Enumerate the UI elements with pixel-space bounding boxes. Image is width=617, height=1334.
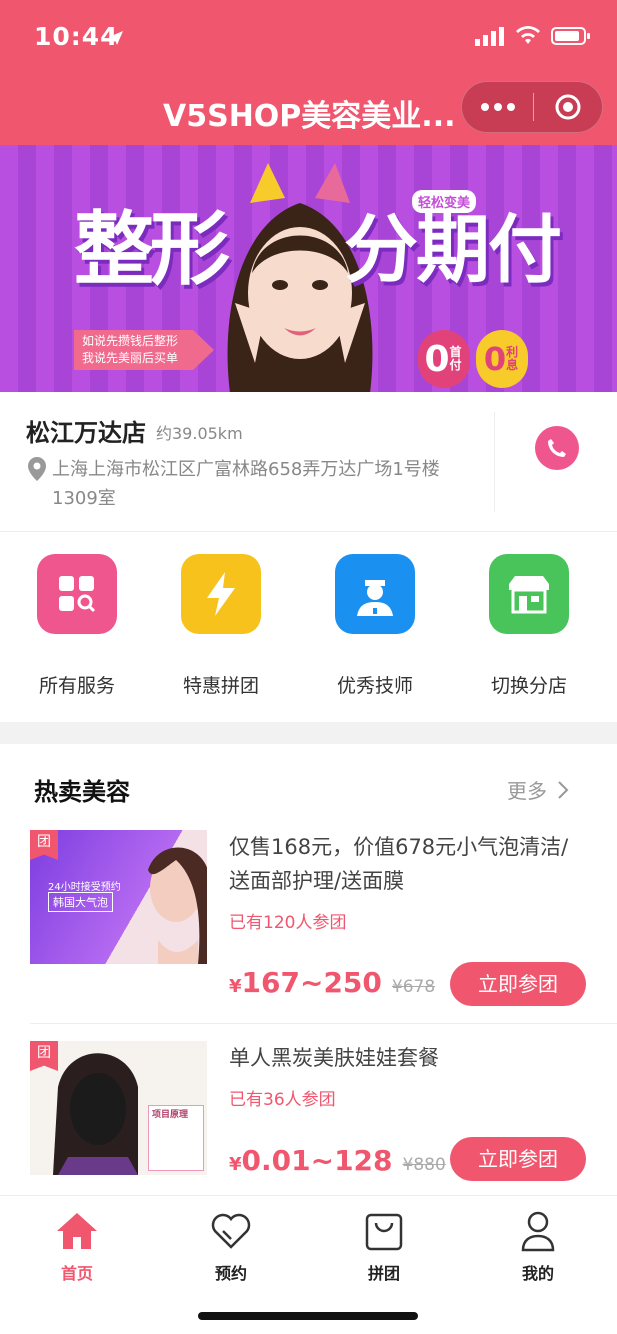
battery-icon [551, 27, 590, 45]
join-group-button[interactable]: 立即参团 [450, 1137, 586, 1181]
product-image: 24小时接受预约 韩国大气泡 团 [30, 830, 207, 964]
banner-headline-left: 整形 [74, 203, 230, 296]
page-title: V5SHOP美容美业... [163, 99, 456, 134]
quick-menu: 所有服务 特惠拼团 优秀技师 切换分店 [0, 532, 617, 722]
group-tag: 团 [30, 1041, 58, 1071]
product-joined: 已有36人参团 [229, 1090, 336, 1110]
banner-arrow-text: 如说先攒钱后整形 我说先美丽后买单 [74, 330, 214, 370]
store-address: 上海上海市松江区广富林路658弄万达广场1号楼1309室 [52, 459, 440, 509]
product-original-price: ¥880 [402, 1155, 446, 1175]
home-icon [27, 1208, 127, 1254]
grid-search-icon [37, 554, 117, 634]
product-item[interactable]: 项目原理 团 单人黑炭美肤娃娃套餐 已有36人参团 ¥0.01~128 ¥880 … [0, 1041, 617, 1221]
more-link[interactable]: 更多 [507, 775, 569, 804]
app-header: 10:44 V5SHOP美容美业... [0, 0, 617, 145]
phone-icon [548, 439, 566, 457]
location-pin-icon [28, 457, 46, 481]
miniprogram-capsule [461, 81, 603, 133]
more-menu-button[interactable] [462, 82, 533, 132]
product-joined: 已有120人参团 [229, 913, 347, 933]
banner-tag: 轻松变美 [412, 190, 477, 213]
lightning-icon [181, 554, 261, 634]
menu-switch-store[interactable]: 切换分店 [464, 554, 594, 698]
product-name: 单人黑炭美肤娃娃套餐 [229, 1046, 439, 1070]
product-name: 仅售168元，价值678元小气泡清洁/送面部护理/送面膜 [229, 835, 569, 893]
location-arrow-icon [109, 31, 123, 45]
close-miniprogram-button[interactable] [534, 93, 602, 121]
store-name: 松江万达店 [26, 419, 146, 447]
call-store-button[interactable] [535, 426, 579, 470]
store-info[interactable]: 松江万达店 约39.05km 上海上海市松江区广富林路658弄万达广场1号楼13… [0, 392, 617, 532]
store-distance: 约39.05km [156, 424, 243, 443]
tab-me[interactable]: 我的 [488, 1208, 588, 1284]
menu-technicians[interactable]: 优秀技师 [310, 554, 440, 698]
tab-booking[interactable]: 预约 [181, 1208, 281, 1284]
product-item[interactable]: 24小时接受预约 韩国大气泡 团 仅售168元，价值678元小气泡清洁/送面部护… [0, 830, 617, 1010]
tab-group[interactable]: 拼团 [334, 1208, 434, 1284]
product-price: ¥0.01~128 ¥880 [229, 1144, 446, 1177]
menu-group-deals[interactable]: 特惠拼团 [156, 554, 286, 698]
storefront-icon [489, 554, 569, 634]
product-original-price: ¥678 [391, 977, 436, 997]
product-image: 项目原理 团 [30, 1041, 207, 1175]
user-icon [488, 1208, 588, 1254]
menu-all-services[interactable]: 所有服务 [12, 554, 142, 698]
group-tag: 团 [30, 830, 58, 860]
signal-icon [475, 27, 504, 46]
tab-home[interactable]: 首页 [27, 1208, 127, 1284]
zero-interest-badge: 0 利息 [476, 330, 528, 388]
status-bar: 10:44 [0, 0, 617, 76]
heart-icon [181, 1208, 281, 1254]
home-indicator [198, 1312, 418, 1320]
target-circle-icon [555, 94, 581, 120]
chevron-right-icon [558, 780, 569, 799]
bag-icon [334, 1208, 434, 1254]
join-group-button[interactable]: 立即参团 [450, 962, 586, 1006]
wifi-icon [516, 26, 540, 44]
zero-downpayment-badge: 0 首付 [418, 330, 470, 388]
section-title: 热卖美容 [34, 778, 130, 806]
nurse-icon [335, 554, 415, 634]
promo-banner[interactable]: 整形 分期付 轻松变美 如说先攒钱后整形 我说先美丽后买单 0 首付 0 利息 [0, 145, 617, 392]
product-price: ¥167~250 ¥678 [229, 966, 436, 999]
status-time: 10:44 [34, 22, 119, 51]
